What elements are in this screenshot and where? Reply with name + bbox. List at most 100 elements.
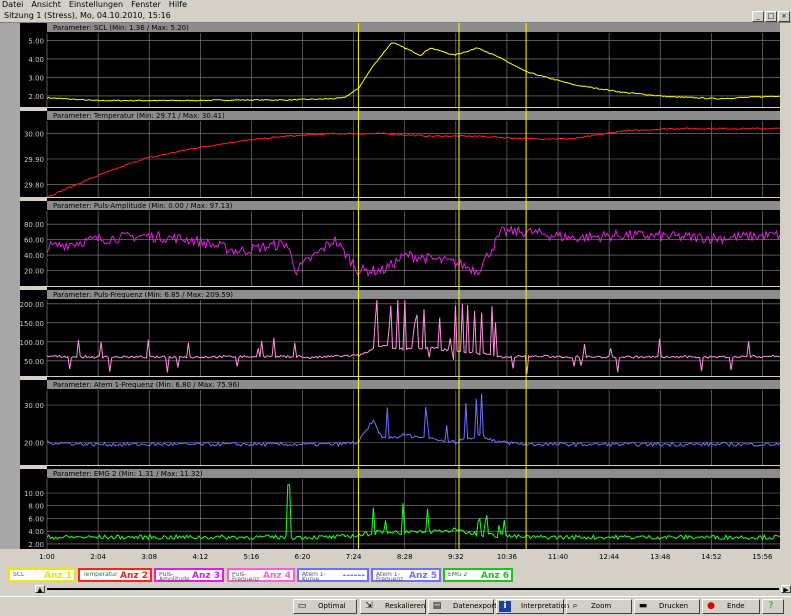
drucken-button[interactable]: ▬ Drucken: [634, 599, 700, 614]
interpretation-button[interactable]: i Interpretation: [496, 599, 569, 614]
x-tick-label: 9:32: [448, 553, 464, 561]
legend-display-1[interactable]: SCL Anz 1: [8, 568, 76, 582]
legend-anz-label: Anz 3: [191, 571, 220, 581]
x-tick-label: 8:28: [397, 553, 413, 561]
legend-display-2[interactable]: Temperatur Anz 2: [78, 568, 152, 582]
menu-hilfe[interactable]: Hilfe: [167, 0, 187, 9]
toolbar-button-label: Drucken: [659, 602, 689, 610]
window-title-bar: Sitzung 1 (Stress), Mo, 04.10.2010, 15:1…: [0, 10, 791, 23]
x-tick-label: 2:04: [90, 553, 106, 561]
reskalieren-button[interactable]: ⇲ Reskalieren: [360, 599, 426, 614]
maximize-button[interactable]: □: [765, 11, 777, 22]
zoom-button[interactable]: ⌕ Zoom: [566, 599, 632, 614]
stop-icon: ●: [707, 601, 715, 611]
x-tick-label: 6:20: [295, 553, 311, 561]
y-tick-label: 50.00: [24, 358, 44, 366]
x-tick-label: 11:40: [548, 553, 568, 561]
y-tick-label: 4.00: [28, 56, 44, 64]
datenexport-button[interactable]: ▤ Datenexport: [428, 599, 497, 614]
y-axis-area: [20, 380, 47, 465]
minimize-button[interactable]: _: [752, 11, 764, 22]
legend-anz-label: Anz 1: [43, 571, 72, 581]
toolbar-button-label: Reskalieren: [385, 602, 426, 610]
y-tick-label: 60.00: [24, 237, 44, 245]
legend-anz-label: Anz 6: [480, 571, 509, 581]
y-tick-label: 29.90: [24, 156, 44, 164]
help-icon: ?: [768, 601, 774, 611]
panel-title: Parameter: EMG 2 (Min: 1.31 / Max: 11.32…: [53, 470, 203, 478]
y-tick-label: 40.00: [24, 252, 44, 260]
y-tick-label: 30.00: [24, 131, 44, 139]
scroll-track[interactable]: [47, 588, 779, 590]
scroll-right-icon[interactable]: ▶: [781, 585, 791, 594]
y-tick-label: 20.00: [24, 268, 44, 276]
legend-label: Atem 1-Kurve: [302, 572, 326, 582]
magnifier-icon: ⌕: [572, 601, 578, 611]
menu-bar: Datei Ansicht Einstellungen Fenster Hilfe: [0, 0, 791, 9]
scroll-left-icon[interactable]: ▲: [35, 585, 45, 594]
legend-display-3[interactable]: Puls-Amplitude Anz 3: [154, 568, 224, 582]
x-tick-label: 12:44: [599, 553, 620, 561]
toolbar-button-label: Interpretation: [521, 602, 570, 610]
panel-title: Parameter: Atem 1-Frequenz (Min: 6.80 / …: [53, 381, 240, 389]
legend-anz-label: Anz 4: [262, 571, 291, 581]
x-tick-label: 15:56: [752, 553, 773, 561]
export-icon: ▤: [432, 601, 442, 611]
y-tick-label: 6.00: [28, 515, 44, 523]
panel-title: Parameter: Temperatur (Min: 29.71 / Max:…: [53, 112, 225, 120]
ende-button[interactable]: ● Ende: [702, 599, 760, 614]
y-tick-label: 10.00: [24, 490, 44, 498]
menu-fenster[interactable]: Fenster: [129, 0, 161, 9]
panel-title: Parameter: Puls-Frequenz (Min: 6.85 / Ma…: [53, 291, 233, 299]
y-tick-label: 30.00: [24, 402, 44, 410]
bottom-toolbar: ▭ Optimal ⇲ Reskalieren ▤ Datenexport i Interpr…: [0, 596, 791, 616]
info-icon: i: [499, 601, 511, 612]
optimal-button[interactable]: ▭ Optimal: [293, 599, 357, 614]
x-tick-label: 14:52: [701, 553, 721, 561]
y-tick-label: 5.00: [28, 37, 44, 45]
x-tick-label: 1:00: [39, 553, 55, 561]
y-tick-label: 200.00: [20, 301, 45, 309]
legend-label: Temperatur: [83, 572, 118, 577]
y-tick-label: 100.00: [20, 339, 45, 347]
right-strip: [780, 23, 791, 549]
display-legend-bar: SCL Anz 1 Temperatur Anz 2 Puls-Amplitude Anz…: [0, 566, 791, 584]
menu-datei[interactable]: Datei: [0, 0, 23, 9]
toolbar-button-label: Zoom: [591, 602, 612, 610]
printer-icon: ▬: [638, 601, 648, 611]
legend-display-7[interactable]: EMG 2 Anz 6: [443, 568, 513, 582]
legend-display-4[interactable]: Puls-Frequenz Anz 4: [227, 568, 295, 582]
menu-ansicht[interactable]: Ansicht: [29, 0, 61, 9]
close-button[interactable]: ×: [778, 11, 790, 22]
legend-anz-label: ------: [342, 571, 365, 581]
window-title: Sitzung 1 (Stress), Mo, 04.10.2010, 15:1…: [4, 11, 171, 20]
panel-title: Parameter: Puls-Amplitude (Min: 0.00 / M…: [53, 202, 233, 210]
panel-title: Parameter: SCL (Min: 1.36 / Max: 5.20): [53, 24, 189, 32]
toolbar-button-label: Ende: [727, 602, 745, 610]
legend-display-6[interactable]: Atem 1-Frequenz Anz 5: [371, 568, 441, 582]
x-tick-label: 5:16: [244, 553, 260, 561]
y-tick-label: 2.00: [28, 541, 44, 549]
time-scrollbar[interactable]: ▲ ▶: [35, 585, 791, 594]
y-tick-label: 80.00: [24, 221, 44, 229]
y-tick-label: 150.00: [20, 320, 45, 328]
toolbar-button-label: Datenexport: [453, 602, 497, 610]
y-tick-label: 8.00: [28, 503, 44, 511]
menu-einstellungen[interactable]: Einstellungen: [67, 0, 123, 9]
legend-anz-label: Anz 5: [408, 571, 437, 581]
help-button[interactable]: ?: [762, 599, 784, 614]
y-tick-label: 3.00: [28, 74, 44, 82]
y-tick-label: 20.00: [24, 440, 44, 448]
x-tick-label: 10:36: [497, 553, 518, 561]
side-strip: [0, 23, 20, 549]
x-tick-label: 3:08: [141, 553, 157, 561]
toolbar-button-label: Optimal: [318, 602, 346, 610]
legend-display-5[interactable]: Atem 1-Kurve ------: [297, 568, 369, 582]
y-tick-label: 4.00: [28, 528, 44, 536]
auto-fit-icon: ▭: [297, 601, 307, 611]
legend-anz-label: Anz 2: [119, 571, 148, 581]
rescale-icon: ⇲: [365, 601, 373, 611]
x-tick-label: 13:48: [650, 553, 670, 561]
x-tick-label: 4:12: [192, 553, 208, 561]
x-tick-label: 7:24: [346, 553, 362, 561]
